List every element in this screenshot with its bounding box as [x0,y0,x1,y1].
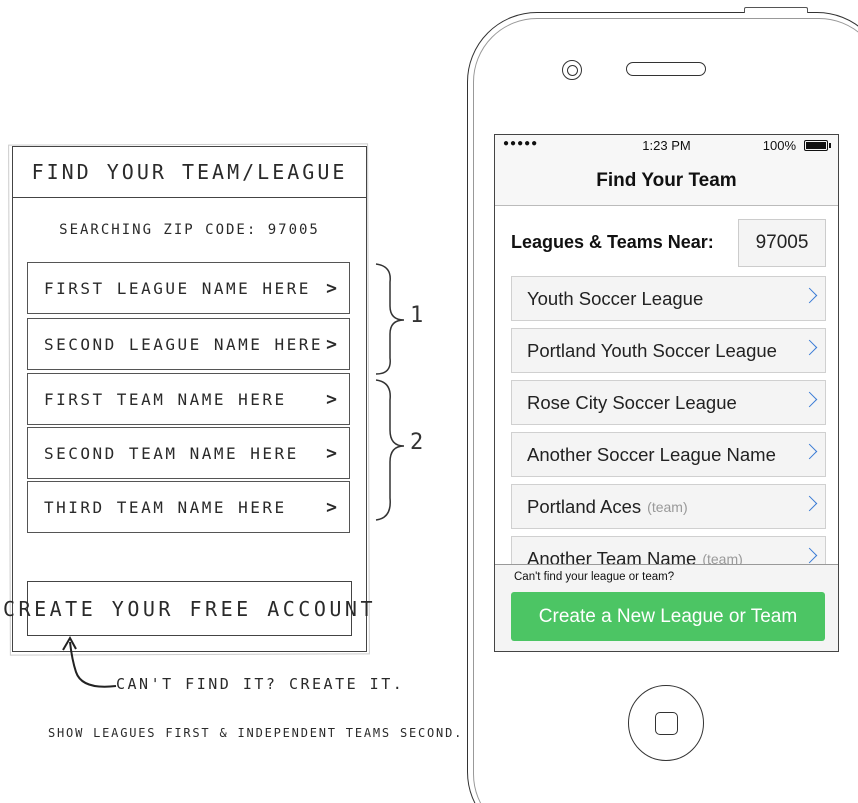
sketch-row-team-3: THIRD TEAM NAME HERE > [27,481,350,533]
sketch-arrow-note: CAN'T FIND IT? CREATE IT. [116,675,405,693]
list-item-type: (team) [647,498,688,515]
list-item-label: Another Soccer League Name [527,443,776,465]
near-label: Leagues & Teams Near: [511,232,714,252]
chevron-right-icon: > [326,496,337,518]
chevron-right-icon: > [326,333,337,355]
chevron-right-icon [801,339,818,356]
list-item-label: Portland Aces [527,495,642,517]
brace-label-1: 1 [410,303,424,328]
list-item[interactable]: Another Soccer League Name [511,432,826,477]
create-panel: Can't find your league or team? Create a… [495,564,838,651]
sketch-title: FIND YOUR TEAM/LEAGUE [12,146,367,198]
wireframe-sketch: FIND YOUR TEAM/LEAGUE SEARCHING ZIP CODE… [0,0,461,803]
list-item-label: Portland Youth Soccer League [527,339,777,361]
chevron-right-icon [801,443,818,460]
sketch-row-league-1: FIRST LEAGUE NAME HERE > [27,262,350,314]
nav-title: Find Your Team [495,157,838,206]
sketch-row-label: THIRD TEAM NAME HERE [44,497,287,517]
create-league-button[interactable]: Create a New League or Team [511,592,825,641]
chevron-right-icon [801,495,818,512]
battery-icon [804,140,831,151]
sketch-row-league-2: SECOND LEAGUE NAME HERE > [27,318,350,370]
chevron-right-icon: > [326,388,337,410]
phone-screen: ●●●●● 1:23 PM 100% Find Your Team League… [494,134,839,652]
list-item[interactable]: Portland Youth Soccer League [511,328,826,373]
sketch-row-label: SECOND LEAGUE NAME HERE [44,334,324,354]
speaker-icon [626,62,706,76]
list-item-label: Youth Soccer League [527,287,704,309]
sketch-row-label: FIRST LEAGUE NAME HERE [44,278,311,298]
list-item[interactable]: Portland Aces (team) [511,484,826,529]
chevron-right-icon [801,547,818,564]
cant-find-text: Can't find your league or team? [514,571,675,583]
list-item[interactable]: Rose City Soccer League [511,380,826,425]
list-item[interactable]: Youth Soccer League [511,276,826,321]
home-button[interactable] [628,685,704,761]
list-item-label: Rose City Soccer League [527,391,737,413]
arrow-icon [62,635,117,688]
brace-label-2: 2 [410,430,424,455]
location-row: Leagues & Teams Near: 97005 [511,219,826,267]
sketch-row-label: SECOND TEAM NAME HERE [44,443,299,463]
chevron-right-icon [801,391,818,408]
sketch-row-team-2: SECOND TEAM NAME HERE > [27,427,350,479]
power-button [744,7,808,13]
status-bar: ●●●●● 1:23 PM 100% [495,135,838,157]
chevron-right-icon: > [326,442,337,464]
sketch-footer-note: SHOW LEAGUES FIRST & INDEPENDENT TEAMS S… [48,726,464,740]
chevron-right-icon: > [326,277,337,299]
sketch-create-account-button: CREATE YOUR FREE ACCOUNT [3,581,373,636]
zip-code-field[interactable]: 97005 [738,219,826,267]
battery-percent: 100% [762,138,796,153]
sketch-zip-line: SEARCHING ZIP CODE: 97005 [59,222,320,238]
camera-icon [562,60,582,80]
sketch-row-team-1: FIRST TEAM NAME HERE > [27,373,350,425]
chevron-right-icon [801,287,818,304]
sketch-row-label: FIRST TEAM NAME HERE [44,389,287,409]
